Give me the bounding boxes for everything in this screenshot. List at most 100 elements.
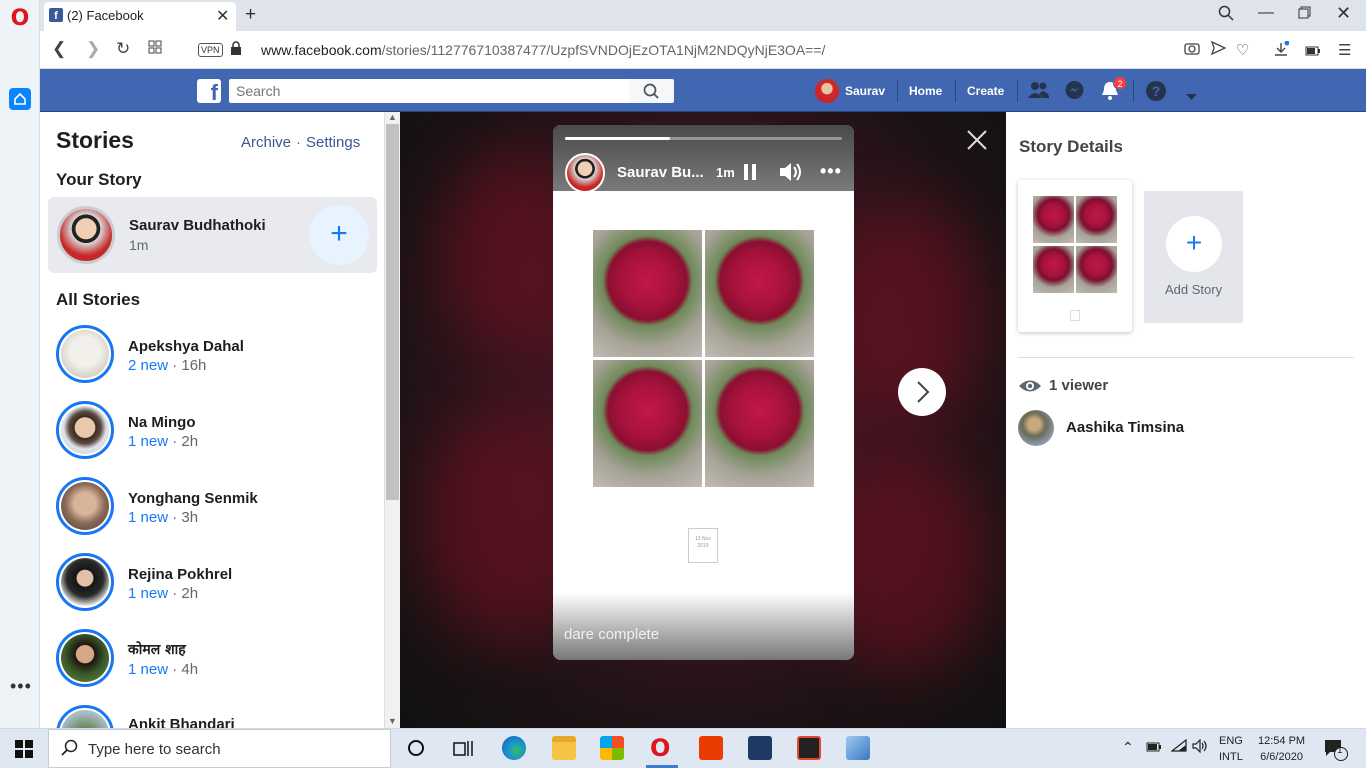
story-image-collage (593, 230, 814, 487)
link-separator: · (296, 134, 301, 151)
virtualbox-icon[interactable] (846, 736, 870, 760)
facebook-logo-icon[interactable]: f (197, 79, 221, 103)
search-input[interactable] (229, 79, 629, 103)
office-icon[interactable] (699, 736, 723, 760)
create-link[interactable]: Create (967, 84, 1004, 98)
avatar[interactable] (565, 153, 605, 193)
story-meta: 1 new · 3h (128, 509, 198, 526)
new-count: 1 new (128, 433, 169, 450)
home-icon[interactable] (9, 88, 31, 110)
list-item[interactable]: Apekshya Dahal 2 new · 16h (56, 325, 376, 385)
avatar[interactable] (1018, 410, 1054, 446)
back-icon[interactable]: ❮ (52, 39, 66, 59)
search-button[interactable] (629, 79, 674, 103)
add-story-label: Add Story (1165, 282, 1223, 297)
add-story-button[interactable]: + (309, 205, 369, 265)
story-owner-name[interactable]: Saurav Bu... (617, 164, 704, 181)
clock[interactable]: 12:54 PM 6/6/2020 (1258, 733, 1305, 765)
reload-icon[interactable]: ↻ (116, 39, 130, 59)
rose-image (705, 360, 814, 487)
easy-setup-icon[interactable]: ☰ (1338, 41, 1351, 59)
add-icon[interactable]: + (1166, 216, 1222, 272)
pause-icon[interactable] (744, 164, 757, 185)
url-field[interactable]: www.facebook.com/stories/112776710387477… (261, 42, 825, 58)
meta-separator: · (168, 433, 182, 450)
facebook-favicon-icon: f (49, 8, 63, 22)
divider (897, 80, 898, 102)
list-item[interactable]: Na Mingo 1 new · 2h (56, 401, 376, 461)
settings-link[interactable]: Settings (306, 134, 360, 151)
list-item[interactable]: कोमल शाह 1 new · 4h (56, 629, 376, 689)
lock-icon[interactable] (230, 41, 242, 60)
home-link[interactable]: Home (909, 84, 942, 98)
avatar (57, 206, 115, 264)
send-icon[interactable] (1210, 40, 1227, 59)
code-blocks-icon[interactable] (797, 736, 821, 760)
divider (1017, 80, 1018, 102)
restore-icon[interactable] (1298, 6, 1311, 24)
avatar (56, 629, 114, 687)
camera-icon[interactable] (1184, 41, 1200, 59)
list-item[interactable]: Rejina Pokhrel 1 new · 2h (56, 553, 376, 613)
devcpp-icon[interactable] (748, 736, 772, 760)
story-author: Apekshya Dahal (128, 338, 244, 355)
viewer-name[interactable]: Aashika Timsina (1066, 419, 1184, 436)
meta-separator: · (168, 585, 182, 602)
friend-requests-icon[interactable] (1028, 81, 1050, 104)
scroll-up-icon[interactable]: ▲ (388, 112, 397, 122)
edge-icon[interactable] (502, 736, 526, 760)
profile-link[interactable]: Saurav (845, 84, 885, 98)
download-icon[interactable] (1273, 40, 1290, 61)
file-explorer-icon[interactable] (552, 736, 576, 760)
rose-image (1076, 246, 1117, 293)
your-story-time: 1m (129, 237, 149, 253)
task-view-icon[interactable] (453, 738, 475, 763)
divider (1133, 80, 1134, 102)
messenger-icon[interactable] (1064, 80, 1085, 106)
rose-image (593, 230, 702, 357)
archive-link[interactable]: Archive (241, 134, 291, 151)
vpn-badge[interactable]: VPN (198, 43, 223, 57)
scrollbar-thumb[interactable] (386, 124, 399, 500)
new-count: 1 new (128, 661, 169, 678)
opera-logo-icon[interactable]: O (8, 6, 32, 32)
notification-badge: 2 (1113, 76, 1127, 90)
window-close-icon[interactable]: ✕ (1336, 3, 1351, 24)
more-icon[interactable]: ••• (10, 676, 32, 697)
meta-separator: · (168, 509, 182, 526)
new-tab-button[interactable]: + (245, 4, 256, 26)
avatar[interactable] (815, 79, 839, 103)
battery-saver-icon[interactable] (1305, 43, 1321, 60)
minimize-icon[interactable]: — (1258, 4, 1274, 22)
volume-icon[interactable] (1192, 738, 1208, 756)
battery-icon[interactable] (1146, 739, 1162, 755)
scroll-down-icon[interactable]: ▼ (388, 716, 397, 726)
forward-icon[interactable]: ❯ (86, 39, 100, 59)
opera-taskbar-icon[interactable]: O (650, 734, 670, 762)
windows-start-icon[interactable] (15, 740, 33, 763)
next-story-button[interactable] (898, 368, 946, 416)
thumbnail-date-stamp (1070, 310, 1080, 321)
close-icon[interactable] (965, 128, 989, 159)
tab-search-icon[interactable] (1218, 5, 1234, 26)
rose-image (1033, 246, 1074, 293)
story-author: Ankit Bhandari (128, 716, 235, 728)
heart-icon[interactable]: ♡ (1236, 41, 1249, 59)
close-tab-icon[interactable]: ✕ (216, 6, 229, 26)
clock-date: 6/6/2020 (1260, 751, 1303, 763)
story-author: Na Mingo (128, 414, 196, 431)
more-options-icon[interactable]: ••• (820, 161, 842, 182)
speed-dial-icon[interactable] (148, 40, 162, 59)
story-time: 3h (181, 509, 199, 526)
show-hidden-icons-chevron-up-icon[interactable]: ⌃ (1122, 739, 1134, 756)
new-count: 1 new (128, 585, 169, 602)
cortana-icon[interactable] (406, 738, 426, 763)
input-language-indicator[interactable]: ENG INTL (1219, 733, 1243, 765)
wifi-icon[interactable] (1170, 738, 1187, 756)
list-item[interactable]: Ankit Bhandari (56, 705, 376, 728)
store-icon[interactable] (600, 736, 624, 760)
help-icon[interactable]: ? (1145, 80, 1167, 107)
volume-icon[interactable] (778, 160, 804, 189)
list-item[interactable]: Yonghang Senmik 1 new · 3h (56, 477, 376, 537)
account-menu-chevron-down-icon[interactable] (1186, 88, 1197, 106)
